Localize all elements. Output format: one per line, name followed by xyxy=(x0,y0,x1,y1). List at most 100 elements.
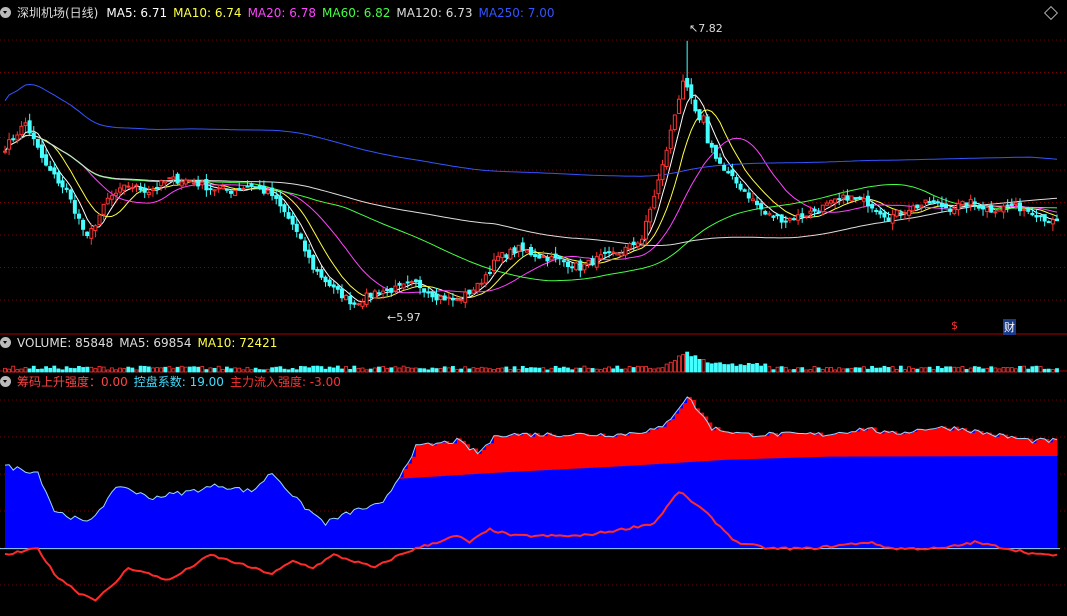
volume-bar xyxy=(615,365,620,373)
candle-body xyxy=(450,297,455,301)
candle-body xyxy=(742,189,747,192)
chip-rise-area xyxy=(736,432,742,460)
candle-body xyxy=(738,183,743,190)
candle-body xyxy=(787,217,792,221)
dropdown-icon[interactable] xyxy=(0,337,11,348)
candle-body xyxy=(816,211,821,214)
candle-body xyxy=(944,203,949,209)
chip-rise-area xyxy=(440,442,446,477)
chip-rise-area xyxy=(777,436,783,459)
volume-bar xyxy=(586,367,591,373)
volume-bar xyxy=(611,368,616,373)
chip-rise-area xyxy=(617,434,622,467)
candle-body xyxy=(689,84,694,99)
candle-body xyxy=(668,129,673,150)
candle-body xyxy=(792,218,796,221)
candle-body xyxy=(487,271,492,274)
chip-rise-area xyxy=(937,427,943,457)
candle-body xyxy=(130,187,135,190)
chip-rise-area xyxy=(1015,438,1021,457)
candle-body xyxy=(989,205,994,213)
volume-bar xyxy=(742,365,747,373)
chip-rise-area xyxy=(489,443,495,473)
volume-bar xyxy=(594,368,599,373)
candle-body xyxy=(1009,203,1014,207)
volume-bar xyxy=(878,367,883,373)
candle-body xyxy=(800,213,805,218)
volume-bar xyxy=(738,364,743,373)
candle-body xyxy=(533,254,538,257)
candle-body xyxy=(64,187,69,190)
candle-body xyxy=(750,198,755,202)
volume-bar xyxy=(816,367,821,373)
chip-rise-area xyxy=(859,428,865,457)
volume-bar xyxy=(278,366,283,373)
volume-bar xyxy=(270,367,275,373)
volume-bar xyxy=(167,366,172,373)
chip-rise-area xyxy=(921,429,926,457)
chip-rise-area xyxy=(641,433,647,465)
chip-rise-area xyxy=(822,436,828,457)
volume-legend-item-0: VOLUME: 85848 xyxy=(17,336,114,350)
chip-rise-area xyxy=(444,441,450,476)
volume-bar xyxy=(1034,365,1039,373)
candle-body xyxy=(598,254,603,260)
chip-rise-area xyxy=(625,435,631,466)
candle-body xyxy=(919,204,924,208)
volume-bar xyxy=(985,368,990,373)
candle-body xyxy=(48,166,53,171)
chip-rise-area xyxy=(835,433,840,457)
candle-body xyxy=(311,254,316,270)
candle-body xyxy=(237,188,242,191)
volume-bar xyxy=(114,369,118,373)
candle-body xyxy=(1013,202,1018,205)
volume-bar xyxy=(426,369,431,373)
volume-bar xyxy=(512,366,517,373)
volume-bar xyxy=(537,367,542,373)
volume-bar xyxy=(529,367,533,373)
candle-body xyxy=(623,246,628,256)
volume-bar xyxy=(389,367,394,373)
volume-legend-item-1: MA5: 69854 xyxy=(119,336,192,350)
chip-rise-area xyxy=(810,432,816,458)
candle-body xyxy=(496,255,501,262)
chip-rise-area xyxy=(798,433,803,458)
chip-rise-area xyxy=(880,433,885,457)
volume-bar xyxy=(204,369,209,373)
volume-bar xyxy=(582,365,587,373)
chip-rise-area xyxy=(892,431,898,457)
candlestick-chart[interactable] xyxy=(0,0,1067,616)
volume-bar xyxy=(792,369,796,373)
chip-rise-area xyxy=(1040,438,1046,457)
volume-bar xyxy=(7,368,12,373)
event-finance-marker[interactable]: 财 xyxy=(1003,319,1016,335)
candle-body xyxy=(463,291,468,303)
event-dividend-marker[interactable]: $ xyxy=(950,319,959,332)
volume-bar xyxy=(1014,368,1018,373)
candle-body xyxy=(804,215,809,218)
chip-rise-area xyxy=(728,432,733,460)
dropdown-icon[interactable] xyxy=(0,7,11,18)
volume-bar xyxy=(603,367,607,373)
candle-body xyxy=(718,157,723,164)
volume-bar xyxy=(861,366,866,373)
candle-body xyxy=(364,292,369,305)
candle-body xyxy=(964,202,969,207)
candle-body xyxy=(56,172,61,184)
volume-bar xyxy=(1022,365,1027,373)
chip-rise-area xyxy=(535,432,540,471)
high-price-label: ↖7.82 xyxy=(689,22,723,35)
candle-body xyxy=(837,198,842,201)
candle-body xyxy=(993,211,998,214)
volume-bar xyxy=(726,364,731,373)
chip-rise-area xyxy=(448,443,454,476)
volume-bar xyxy=(640,366,644,373)
volume-bar xyxy=(705,362,710,373)
volume-bar xyxy=(533,367,538,373)
volume-bar xyxy=(56,368,61,373)
volume-bar xyxy=(644,366,648,373)
dropdown-icon[interactable] xyxy=(0,376,11,387)
chip-rise-area xyxy=(477,453,483,474)
candle-body xyxy=(171,176,176,180)
volume-bar xyxy=(956,367,961,373)
